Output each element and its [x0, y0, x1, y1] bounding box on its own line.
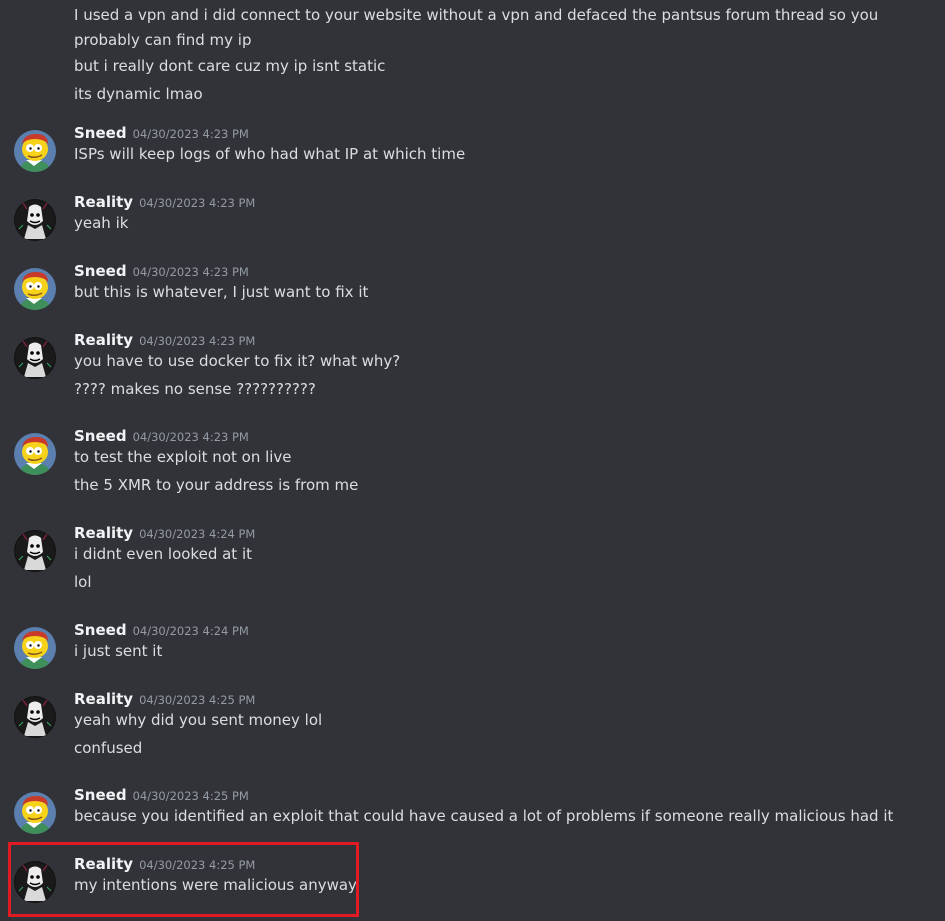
message-line: the 5 XMR to your address is from me [74, 475, 359, 494]
username[interactable]: Sneed [74, 427, 127, 445]
message-line: I used a vpn and i did connect to your w… [74, 6, 879, 49]
timestamp: 04/30/2023 4:23 PM [139, 334, 256, 348]
timestamp: 04/30/2023 4:25 PM [132, 789, 249, 803]
username[interactable]: Reality [74, 855, 133, 873]
message-line: lol [74, 572, 92, 591]
message-line: i didnt even looked at it [74, 545, 252, 563]
username[interactable]: Sneed [74, 786, 127, 804]
message-content: you have to use docker to fix it? what w… [74, 348, 400, 403]
chat-message-list: I used a vpn and i did connect to your w… [0, 0, 945, 921]
message-line: yeah ik [74, 214, 129, 232]
username[interactable]: Sneed [74, 262, 127, 280]
message-content: i just sent it [74, 638, 162, 666]
message-content: ISPs will keep logs of who had what IP a… [74, 141, 465, 169]
username[interactable]: Sneed [74, 621, 127, 639]
sneed-avatar-icon[interactable] [14, 130, 56, 172]
reality-avatar-icon[interactable] [14, 337, 56, 379]
timestamp: 04/30/2023 4:24 PM [132, 624, 249, 638]
timestamp: 04/30/2023 4:23 PM [132, 265, 249, 279]
reality-avatar-icon[interactable] [14, 199, 56, 241]
timestamp: 04/30/2023 4:25 PM [139, 858, 256, 872]
username[interactable]: Reality [74, 690, 133, 708]
message-line: but this is whatever, I just want to fix… [74, 283, 369, 301]
sneed-avatar-icon[interactable] [14, 627, 56, 669]
message-content: but this is whatever, I just want to fix… [74, 279, 368, 307]
message-line: my intentions were malicious anyway [74, 876, 357, 894]
message-line: its dynamic lmao [74, 84, 203, 103]
message-content: to test the exploit not on live the 5 XMR… [74, 444, 358, 499]
timestamp: 04/30/2023 4:24 PM [139, 527, 256, 541]
timestamp: 04/30/2023 4:23 PM [132, 430, 249, 444]
sneed-avatar-icon[interactable] [14, 268, 56, 310]
message-line: confused [74, 738, 143, 757]
timestamp: 04/30/2023 4:23 PM [139, 196, 256, 210]
reality-avatar-icon[interactable] [14, 696, 56, 738]
username[interactable]: Reality [74, 331, 133, 349]
reality-avatar-icon[interactable] [14, 861, 56, 903]
username[interactable]: Reality [74, 193, 133, 211]
message-content: i didnt even looked at it lol [74, 541, 252, 596]
message-content: yeah why did you sent money lol confused [74, 707, 322, 762]
message-line: yeah why did you sent money lol [74, 711, 323, 729]
message-content: yeah ik [74, 210, 128, 238]
message-line: ISPs will keep logs of who had what IP a… [74, 145, 466, 163]
message-line: i just sent it [74, 642, 163, 660]
message-line: ???? makes no sense ?????????? [74, 379, 316, 398]
timestamp: 04/30/2023 4:25 PM [139, 693, 256, 707]
message-line: because you identified an exploit that c… [74, 807, 894, 825]
timestamp: 04/30/2023 4:23 PM [132, 127, 249, 141]
message-line: to test the exploit not on live [74, 448, 292, 466]
sneed-avatar-icon[interactable] [14, 433, 56, 475]
sneed-avatar-icon[interactable] [14, 792, 56, 834]
username[interactable]: Reality [74, 524, 133, 542]
username[interactable]: Sneed [74, 124, 127, 142]
message-content: my intentions were malicious anyway [74, 872, 357, 900]
message-content: because you identified an exploit that c… [74, 803, 893, 831]
message-line: but i really dont care cuz my ip isnt st… [74, 57, 386, 75]
reality-avatar-icon[interactable] [14, 530, 56, 572]
continued-message-group: I used a vpn and i did connect to your w… [74, 3, 939, 108]
message-line: you have to use docker to fix it? what w… [74, 352, 401, 370]
